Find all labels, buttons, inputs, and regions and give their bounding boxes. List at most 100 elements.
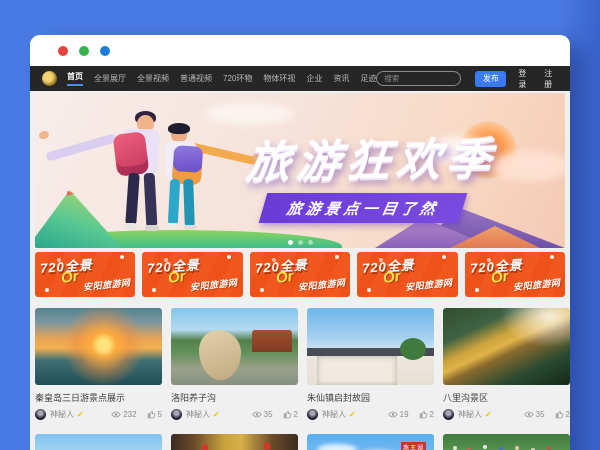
eye-icon	[252, 411, 262, 418]
login-link[interactable]: 登录	[518, 68, 532, 90]
views-stat: 35	[524, 410, 545, 419]
content-grid-row-1: 秦皇岛三日游景点展示 神秘人 ✔ 232 5	[35, 308, 565, 420]
site-logo-icon[interactable]	[42, 71, 57, 86]
likes-stat[interactable]: 2	[283, 410, 298, 419]
likes-stat[interactable]: 2	[419, 410, 434, 419]
content-card: 朱仙镇启封故园 神秘人 ✔ 19 2	[307, 308, 434, 420]
main-navbar: 首页 全景展厅 全景视频 普通视频 720环物 物体环视 企业 资讯 足迹 搜索…	[30, 66, 570, 91]
card-title[interactable]: 朱仙镇启封故园	[307, 391, 434, 404]
likes-stat[interactable]: 2	[555, 410, 570, 419]
cloud-illustration	[490, 151, 565, 181]
promo-card-720[interactable]: 720全景 Or 安阳旅游网	[35, 252, 135, 297]
views-count: 35	[264, 410, 273, 419]
views-stat: 232	[111, 410, 136, 419]
avatar[interactable]	[307, 409, 318, 420]
content-card: 秦皇岛三日游景点展示 神秘人 ✔ 232 5	[35, 308, 162, 420]
card-thumbnail-temple[interactable]	[171, 434, 298, 450]
username[interactable]: 神秘人	[50, 409, 74, 420]
promo-card-720[interactable]: 720全景 Or 安阳旅游网	[250, 252, 350, 297]
card-title[interactable]: 洛阳养子沟	[171, 391, 298, 404]
card-thumbnail-beach-sunset[interactable]	[35, 308, 162, 385]
hero-title: 旅游狂欢季	[244, 123, 500, 191]
hero-banner[interactable]: 旅游狂欢季 旅游景点一目了然	[35, 93, 565, 248]
window-maximize-button[interactable]	[100, 46, 110, 56]
card-thumbnail-rock-valley[interactable]	[171, 308, 298, 385]
username[interactable]: 神秘人	[458, 409, 482, 420]
promo-decoration	[45, 288, 49, 292]
avatar[interactable]	[171, 409, 182, 420]
content-card: 燕王湖	[307, 434, 434, 450]
likes-count: 2	[294, 410, 298, 419]
vip-badge-icon: ✔	[77, 410, 84, 419]
promo-card-720[interactable]: 720全景 Or 安阳旅游网	[142, 252, 242, 297]
nav-item-normal-video[interactable]: 普通视频	[180, 73, 212, 84]
content-card: 洛阳养子沟 神秘人 ✔ 35 2	[171, 308, 298, 420]
avatar[interactable]	[35, 409, 46, 420]
card-meta: 神秘人 ✔ 232 5	[35, 409, 162, 420]
promo-row: 720全景 Or 安阳旅游网 720全景 Or 安阳旅游网 720全景 Or 安…	[35, 252, 565, 297]
hero-subtitle-banner: 旅游景点一目了然	[259, 193, 468, 223]
search-input[interactable]: 搜索	[376, 71, 461, 86]
register-link[interactable]: 注册	[544, 68, 558, 90]
card-title[interactable]: 秦皇岛三日游景点展示	[35, 391, 162, 404]
card-thumbnail-forest-crowd[interactable]	[443, 434, 570, 450]
views-count: 19	[400, 410, 409, 419]
card-meta: 神秘人 ✔ 19 2	[307, 409, 434, 420]
card-thumbnail-canyon[interactable]	[443, 308, 570, 385]
nav-item-720-object[interactable]: 720环物	[223, 73, 252, 84]
promo-site-text: 安阳旅游网	[82, 276, 131, 294]
window-close-button[interactable]	[58, 46, 68, 56]
promo-card-720[interactable]: 720全景 Or 安阳旅游网	[465, 252, 565, 297]
carousel-dots	[35, 240, 565, 245]
window-minimize-button[interactable]	[79, 46, 89, 56]
carousel-dot-active[interactable]	[288, 240, 293, 245]
thumbs-up-icon	[419, 410, 428, 419]
page-content: 旅游狂欢季 旅游景点一目了然 720全景 Or 安阳旅游网	[30, 91, 570, 450]
views-count: 232	[123, 410, 136, 419]
nav-item-panorama-video[interactable]: 全景视频	[137, 73, 169, 84]
eye-icon	[524, 411, 534, 418]
lake-stamp-label: 燕王湖	[401, 442, 426, 450]
card-meta: 神秘人 ✔ 35 2	[171, 409, 298, 420]
likes-count: 2	[566, 410, 570, 419]
main-menu: 首页 全景展厅 全景视频 普通视频 720环物 物体环视 企业 资讯 足迹	[67, 71, 376, 86]
avatar[interactable]	[443, 409, 454, 420]
nav-item-object-view[interactable]: 物体环视	[263, 73, 295, 84]
card-thumbnail-amusement-park[interactable]	[35, 434, 162, 450]
nav-item-news[interactable]: 资讯	[333, 73, 349, 84]
carousel-dot[interactable]	[298, 240, 303, 245]
likes-count: 5	[158, 410, 162, 419]
browser-window: 首页 全景展厅 全景视频 普通视频 720环物 物体环视 企业 资讯 足迹 搜索…	[30, 35, 570, 450]
content-card	[35, 434, 162, 450]
content-card: 八里沟景区 神秘人 ✔ 35 2	[443, 308, 570, 420]
content-card	[171, 434, 298, 450]
views-stat: 35	[252, 410, 273, 419]
nav-item-enterprise[interactable]: 企业	[306, 73, 322, 84]
card-thumbnail-ancient-town[interactable]	[307, 308, 434, 385]
nav-item-footprint[interactable]: 足迹	[360, 73, 376, 84]
promo-card-720[interactable]: 720全景 Or 安阳旅游网	[357, 252, 457, 297]
views-count: 35	[536, 410, 545, 419]
username[interactable]: 神秘人	[186, 409, 210, 420]
nav-item-home[interactable]: 首页	[67, 71, 83, 86]
publish-button[interactable]: 发布	[475, 71, 506, 87]
search-placeholder: 搜索	[384, 73, 399, 84]
content-card	[443, 434, 570, 450]
hero-subtitle: 旅游景点一目了然	[285, 198, 441, 219]
vip-badge-icon: ✔	[213, 410, 220, 419]
username[interactable]: 神秘人	[322, 409, 346, 420]
thumbs-up-icon	[147, 410, 156, 419]
travelers-illustration	[65, 113, 265, 248]
thumbs-up-icon	[555, 410, 564, 419]
eye-icon	[388, 411, 398, 418]
eye-icon	[111, 411, 121, 418]
nav-item-panorama-hall[interactable]: 全景展厅	[94, 73, 126, 84]
likes-stat[interactable]: 5	[147, 410, 162, 419]
carousel-dot[interactable]	[308, 240, 313, 245]
card-meta: 神秘人 ✔ 35 2	[443, 409, 570, 420]
card-title[interactable]: 八里沟景区	[443, 391, 570, 404]
content-grid-row-2: 燕王湖	[35, 434, 565, 450]
views-stat: 19	[388, 410, 409, 419]
promo-or-text: Or	[60, 268, 80, 287]
card-thumbnail-lake-sky[interactable]: 燕王湖	[307, 434, 434, 450]
